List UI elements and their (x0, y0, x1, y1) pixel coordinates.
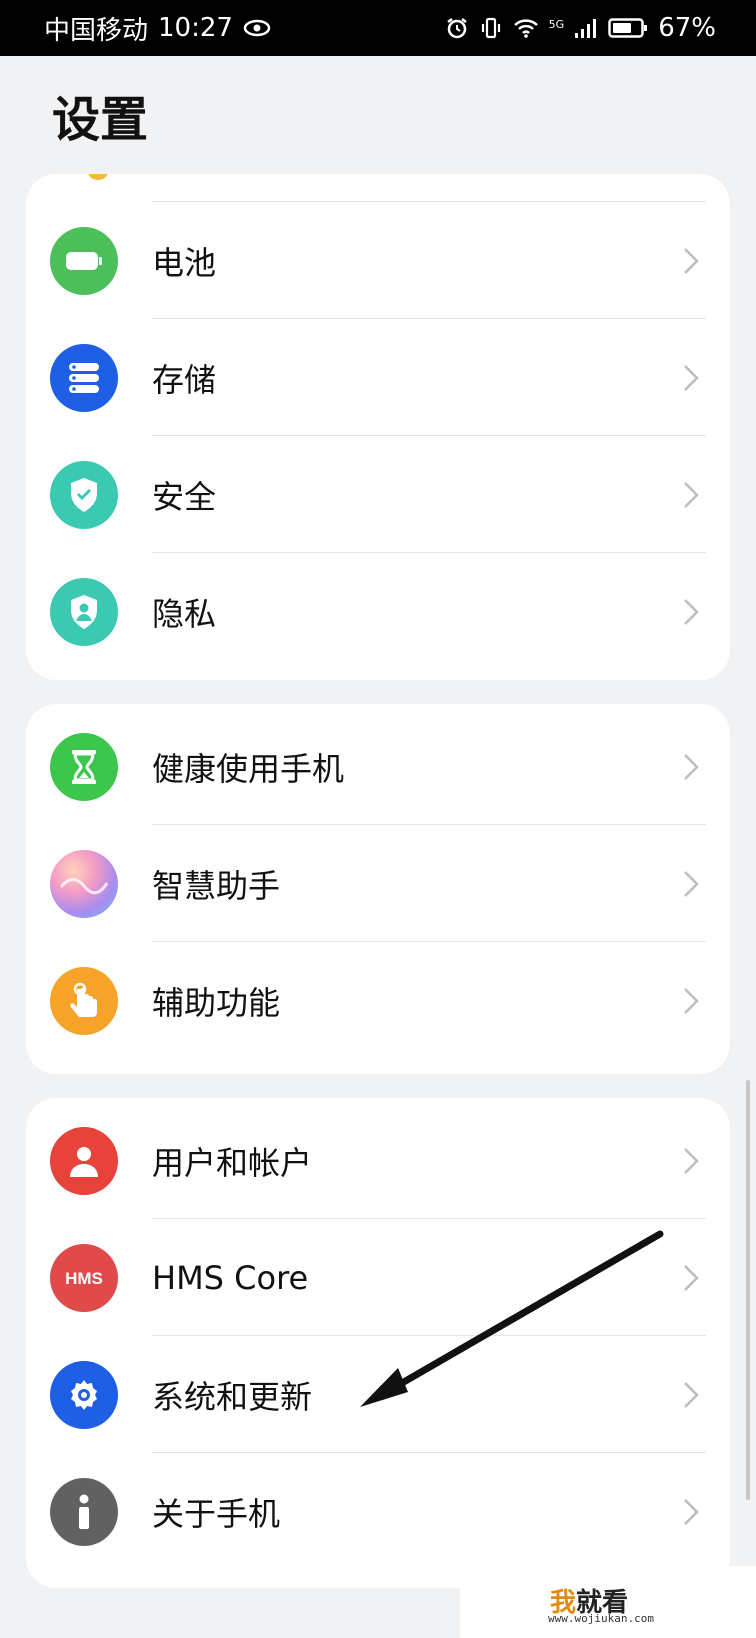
settings-item-accessibility[interactable]: 辅助功能 (26, 942, 730, 1059)
battery-status-icon (608, 18, 648, 38)
settings-group-1: 电池 存储 安全 隐私 (26, 174, 730, 680)
storage-icon (50, 343, 118, 412)
alarm-icon (446, 18, 467, 39)
chevron-right-icon (684, 870, 699, 897)
settings-item-security[interactable]: 安全 (26, 436, 730, 553)
settings-item-storage[interactable]: 存储 (26, 319, 730, 436)
chevron-right-icon (684, 1147, 699, 1174)
chevron-right-icon (684, 481, 699, 508)
chevron-right-icon (684, 1264, 699, 1291)
chevron-right-icon (684, 364, 699, 391)
settings-group-2: 健康使用手机 智慧助手 辅助功能 (26, 704, 730, 1074)
svg-text:HMS: HMS (65, 1269, 103, 1288)
settings-item-digital-balance[interactable]: 健康使用手机 (26, 708, 730, 825)
settings-item-label: 用户和帐户 (152, 1143, 313, 1182)
clock: 10:27 (158, 13, 233, 43)
eye-icon (243, 19, 271, 37)
battery-icon (50, 226, 118, 295)
settings-item-hms-core[interactable]: HMS HMS Core (26, 1219, 730, 1336)
settings-item-label: 健康使用手机 (152, 749, 345, 788)
chevron-right-icon (684, 753, 699, 780)
chevron-right-icon (684, 987, 699, 1014)
user-icon (50, 1126, 118, 1195)
hourglass-icon (50, 732, 118, 801)
chevron-right-icon (684, 1381, 699, 1408)
settings-item-label: 智慧助手 (152, 866, 281, 905)
battery-percent: 67% (658, 13, 716, 43)
previous-row-icon (88, 174, 108, 180)
status-bar: 中国移动 10:27 5G 67% (0, 0, 756, 56)
chevron-right-icon (684, 1498, 699, 1525)
info-icon (50, 1477, 118, 1546)
hms-icon: HMS (50, 1243, 118, 1312)
hand-pointer-icon (50, 966, 118, 1035)
settings-item-label: 关于手机 (152, 1494, 281, 1533)
privacy-icon (50, 577, 118, 646)
status-right: 5G 67% (445, 13, 716, 43)
settings-item-label: 辅助功能 (152, 983, 281, 1022)
shield-check-icon (50, 460, 118, 529)
settings-item-assistant[interactable]: 智慧助手 (26, 825, 730, 942)
settings-item-about-phone[interactable]: 关于手机 (26, 1453, 730, 1570)
settings-item-label: 存储 (152, 360, 217, 399)
network-type: 5G (548, 18, 565, 31)
page-title: 设置 (52, 92, 149, 148)
watermark-url: www.wojiukan.com (548, 1612, 654, 1625)
settings-item-users-accounts[interactable]: 用户和帐户 (26, 1102, 730, 1219)
vibrate-icon (481, 17, 500, 39)
chevron-right-icon (684, 247, 699, 274)
scrollbar[interactable] (746, 1080, 750, 1500)
carrier-label: 中国移动 (44, 15, 149, 46)
settings-item-label: 电池 (152, 243, 217, 282)
chevron-right-icon (684, 598, 699, 625)
settings-item-label: 安全 (152, 477, 217, 516)
signal-icon (575, 19, 597, 38)
settings-item-privacy[interactable]: 隐私 (26, 553, 730, 670)
status-left: 中国移动 10:27 (44, 10, 271, 47)
cropped-previous-row (26, 174, 730, 202)
settings-item-label: HMS Core (152, 1258, 309, 1297)
settings-item-system-update[interactable]: 系统和更新 (26, 1336, 730, 1453)
assistant-icon (50, 849, 118, 918)
settings-item-label: 隐私 (152, 594, 217, 633)
wifi-icon (513, 19, 538, 38)
gear-icon (50, 1360, 118, 1429)
settings-item-label: 系统和更新 (152, 1377, 313, 1416)
settings-group-3: 用户和帐户 HMS HMS Core 系统和更新 关于手机 (26, 1098, 730, 1588)
settings-item-battery[interactable]: 电池 (26, 202, 730, 319)
